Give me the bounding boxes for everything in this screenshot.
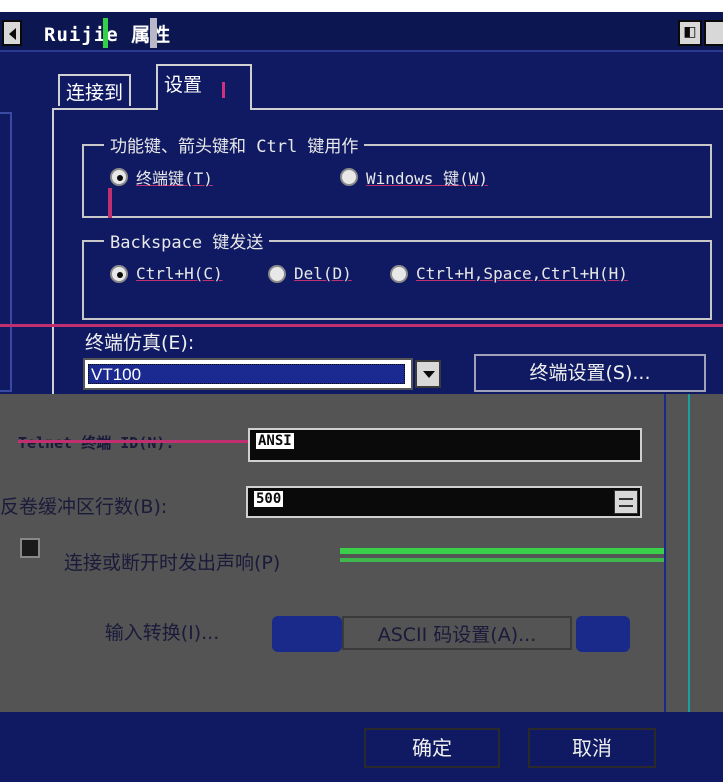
telnet-id-value: ANSI	[256, 433, 294, 449]
radio-ctrl-h-space[interactable]: Ctrl+H,Space,Ctrl+H(H)	[390, 264, 628, 283]
glitch-mark	[108, 188, 112, 218]
ok-button[interactable]: 确定	[364, 728, 500, 768]
emulation-select-box[interactable]: VT100	[83, 358, 413, 390]
tab-connect-to[interactable]: 连接到	[58, 74, 132, 106]
cancel-button[interactable]: 取消	[528, 728, 656, 768]
radio-terminal-keys-label: 终端键(T)	[136, 169, 213, 188]
backscroll-field[interactable]: 500	[246, 486, 642, 518]
radio-indicator	[110, 264, 128, 283]
terminal-settings-button[interactable]: 终端设置(S)...	[474, 354, 706, 392]
backspace-legend: Backspace 键发送	[104, 228, 270, 253]
title-glitch-mark	[103, 18, 108, 48]
backscroll-label: 反卷缓冲区行数(B):	[0, 496, 168, 518]
close-button[interactable]	[704, 20, 723, 46]
left-frame-edge	[0, 112, 12, 392]
function-keys-legend: 功能键、箭头键和 Ctrl 键用作	[104, 132, 365, 157]
caret-mark	[222, 82, 225, 98]
glitch-line	[18, 440, 248, 443]
telnet-id-field[interactable]: ANSI	[248, 428, 642, 462]
spinner-icon[interactable]	[614, 490, 638, 514]
tab-settings[interactable]: 设置	[156, 64, 252, 110]
glitch-line	[340, 558, 666, 562]
glitch-vline	[664, 394, 666, 712]
radio-indicator	[340, 168, 358, 186]
glitch-line	[0, 324, 723, 327]
title-glitch-mark	[150, 18, 157, 48]
radio-indicator	[268, 264, 286, 283]
help-button[interactable]: ◧	[678, 20, 702, 46]
radio-ctrl-h-label: Ctrl+H(C)	[136, 264, 223, 283]
radio-indicator	[110, 168, 128, 186]
radio-terminal-keys[interactable]: 终端键(T)	[110, 165, 213, 189]
beep-label: 连接或断开时发出声响(P)	[64, 552, 281, 574]
radio-del-label: Del(D)	[294, 264, 352, 283]
emulation-selected-value: VT100	[91, 365, 142, 384]
chevron-down-icon[interactable]	[415, 360, 441, 388]
emulation-select[interactable]: VT100	[83, 358, 443, 390]
glitch-blob	[576, 616, 630, 652]
beep-checkbox[interactable]	[20, 538, 40, 558]
radio-indicator	[390, 264, 408, 283]
emulation-selected-highlight: VT100	[88, 364, 405, 384]
title-bar[interactable]: Ruijie 属性 ◧	[0, 12, 723, 52]
ascii-setup-button[interactable]: ASCII 码设置(A)...	[342, 616, 572, 650]
system-menu-icon[interactable]	[2, 20, 22, 46]
glitch-blob	[272, 616, 342, 652]
glitch-line	[340, 548, 666, 554]
radio-ctrl-h[interactable]: Ctrl+H(C)	[110, 264, 223, 283]
input-translation-button[interactable]: 输入转换(I)...	[46, 616, 278, 650]
radio-ctrl-h-space-label: Ctrl+H,Space,Ctrl+H(H)	[416, 264, 628, 283]
radio-windows-keys-label: Windows 键(W)	[366, 169, 488, 188]
emulation-label: 终端仿真(E):	[85, 332, 195, 354]
radio-del[interactable]: Del(D)	[268, 264, 352, 283]
radio-windows-keys[interactable]: Windows 键(W)	[340, 165, 488, 189]
lower-region: Telnet 终端 ID(N): ANSI 反卷缓冲区行数(B): 500 连接…	[0, 394, 723, 712]
glitch-vline	[688, 394, 690, 712]
backscroll-value: 500	[254, 491, 284, 507]
properties-dialog: Ruijie 属性 ◧ 连接到 设置 功能键、箭头键和 Ctrl 键用作 终端键…	[0, 12, 723, 782]
